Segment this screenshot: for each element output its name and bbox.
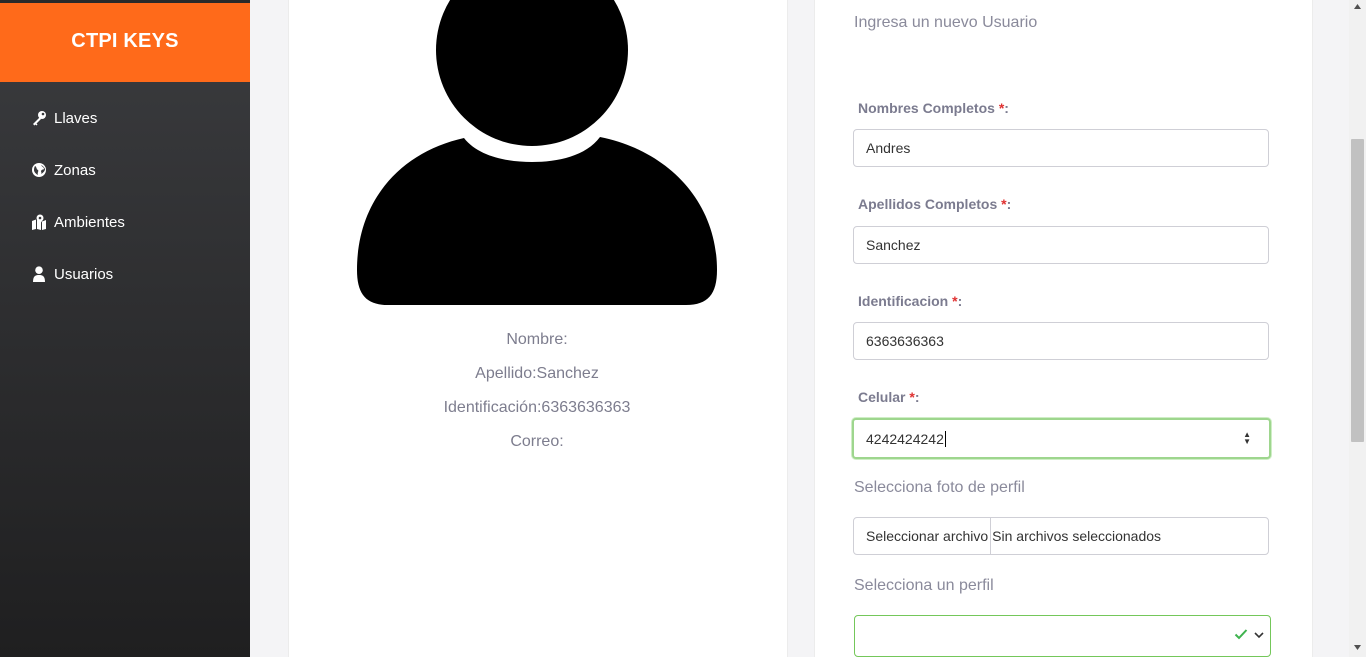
required-mark: * [1001, 196, 1007, 212]
chevron-down-icon [1254, 632, 1264, 639]
brand-title: CTPI KEYS [71, 30, 179, 52]
apellidos-input[interactable]: Sanchez [853, 226, 1269, 264]
foto-file-input[interactable]: Seleccionar archivo Sin archivos selecci… [853, 517, 1269, 555]
sidebar-item-ambientes[interactable]: Ambientes [31, 210, 125, 234]
perfil-select[interactable] [854, 615, 1271, 657]
perfil-label: Selecciona un perfil [854, 577, 994, 594]
celular-label: Celular *: [858, 389, 920, 405]
sidebar-item-zonas[interactable]: Zonas [31, 158, 96, 182]
nombres-input[interactable]: Andres [853, 129, 1269, 167]
text-caret [944, 430, 946, 447]
profile-identificacion: Identificación:6363636363 [443, 399, 631, 416]
profile-apellido: Apellido:Sanchez [475, 365, 599, 382]
sidebar-item-label: Usuarios [54, 265, 114, 283]
scroll-down-icon[interactable] [1354, 645, 1361, 650]
brand-header: CTPI KEYS [0, 3, 250, 82]
key-icon [33, 111, 46, 126]
nombres-label-text: Nombres Completos [858, 100, 999, 116]
sidebar-item-llaves[interactable]: Llaves [31, 106, 97, 130]
check-icon [1234, 629, 1248, 640]
number-spinner-icon[interactable]: ▲ ▼ [1243, 431, 1251, 446]
celular-value: 4242424242 [866, 430, 944, 447]
nombres-value: Andres [866, 140, 911, 156]
globe-icon [32, 163, 46, 177]
user-icon [33, 266, 45, 282]
apellidos-value: Sanchez [866, 237, 921, 253]
profile-nombre: Nombre: [506, 331, 568, 348]
required-mark: * [998, 100, 1005, 116]
celular-input[interactable]: 4242424242 ▲ ▼ [852, 418, 1271, 459]
apellidos-label-text: Apellidos Completos [858, 196, 1002, 212]
identificacion-value: 6363636363 [866, 333, 944, 349]
sidebar-item-label: Zonas [54, 161, 96, 179]
identificacion-label-text: Identificacion [858, 293, 953, 309]
nombres-label: Nombres Completos *: [858, 100, 1009, 116]
identificacion-input[interactable]: 6363636363 [853, 322, 1269, 360]
foto-label: Selecciona foto de perfil [854, 479, 1025, 496]
user-avatar-icon [357, 0, 717, 305]
apellidos-label: Apellidos Completos *: [858, 196, 1012, 212]
map-marker-icon [32, 214, 46, 230]
identificacion-label: Identificacion *: [858, 293, 963, 309]
profile-correo: Correo: [510, 433, 564, 450]
celular-label-text: Celular [858, 389, 910, 405]
form-title: Ingresa un nuevo Usuario [854, 14, 1038, 31]
required-mark: * [952, 293, 958, 309]
scrollbar-thumb[interactable] [1351, 139, 1364, 442]
sidebar-item-label: Ambientes [54, 213, 125, 231]
sidebar-item-label: Llaves [54, 109, 98, 127]
sidebar: CTPI KEYS Llaves Zonas Ambientes Usuario… [0, 0, 250, 657]
scroll-up-icon[interactable] [1354, 4, 1361, 9]
required-mark: * [909, 389, 915, 405]
file-status: Sin archivos seleccionados [992, 528, 1162, 544]
select-file-button[interactable]: Seleccionar archivo [854, 518, 992, 554]
sidebar-item-usuarios[interactable]: Usuarios [31, 262, 113, 286]
